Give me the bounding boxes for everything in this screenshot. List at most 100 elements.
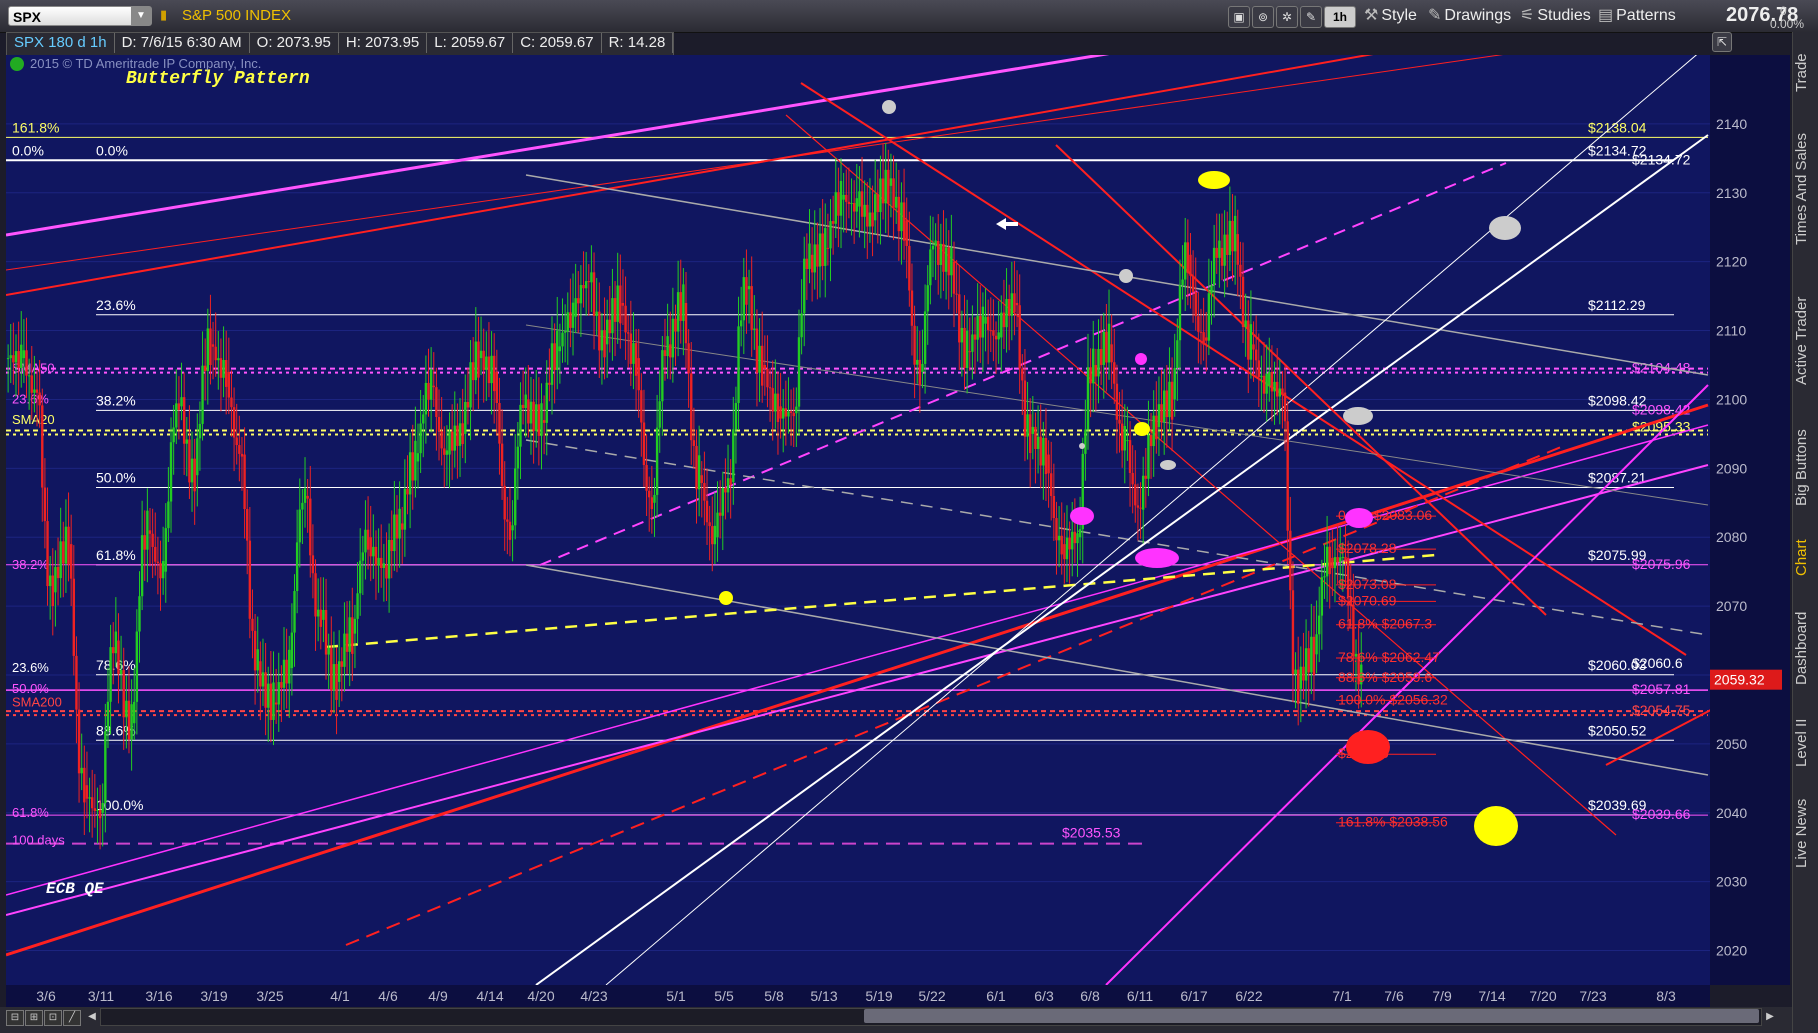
candle-body [369,537,372,557]
candle-body [1031,426,1035,434]
tab-big-buttons[interactable]: Big Buttons [1793,418,1818,518]
candle-body [240,453,244,457]
fib-level-label: 50.0% [96,470,136,486]
chart-title: Butterfly Pattern [126,69,310,89]
candle-body [1168,381,1171,418]
candle-body [1299,666,1303,689]
tab-chart[interactable]: Chart [1793,530,1818,586]
candle-body [816,244,819,267]
symbol-period[interactable]: SPX 180 d 1h [7,33,115,53]
candle-body [269,683,273,720]
candle-body [1283,392,1287,422]
pan-icon[interactable]: ⊚ [1252,6,1274,28]
candle-body [9,355,12,359]
candle-body [1228,220,1232,255]
price-axis[interactable]: 2020203020402050206020702080209021002110… [1710,55,1790,985]
y-tick-label: 2110 [1716,323,1746,339]
event-annotation: ECB QE [46,880,104,898]
candle-body [33,389,36,393]
drawings-menu[interactable]: ✎ Drawings [1428,6,1511,26]
x-tick-label: 6/17 [1180,988,1207,1004]
candle-body [1123,426,1126,451]
candle-body [301,502,304,510]
price-chart[interactable]: 161.8% $2138.04 0.0% 0.0% $2134.72 23.6% $2112… [6,55,1710,985]
candle-body [666,336,669,357]
candle-body [918,359,922,386]
candle-body [274,702,278,705]
candle-body [684,303,688,344]
candle-body [703,483,706,501]
candle-body [267,683,270,708]
candle-body [926,285,929,312]
candle-body [164,528,167,572]
candle-body [1186,242,1190,273]
style-menu[interactable]: ⚒ Style [1364,6,1417,26]
tab-live-news[interactable]: Live News [1793,788,1818,878]
wrench-icon[interactable]: ✎ [1300,6,1322,28]
candle-body [1050,473,1053,496]
y-tick-label: 2090 [1716,460,1747,476]
candle-body [295,542,299,592]
candle-body [167,501,170,529]
tab-trade[interactable]: Trade [1793,44,1818,102]
candle-body [1262,375,1266,394]
x-tick-label: 5/1 [666,988,686,1004]
candle-body [1249,324,1253,360]
zoom-out-icon[interactable]: ⊟ [6,1010,24,1026]
patterns-menu[interactable]: ▤ Patterns [1598,6,1676,26]
chart-svg[interactable]: 161.8% $2138.040.0% 0.0% $2134.7223.6% $2112… [6,55,1710,985]
candle-body [1005,298,1008,328]
candle-body [222,359,225,378]
scroll-left-icon[interactable]: ◀ [84,1010,100,1024]
candle-body [1131,472,1134,485]
candle-body [112,647,115,654]
candle-body [14,351,18,363]
tab-level-ii[interactable]: Level II [1793,710,1818,776]
candle-body [973,334,977,340]
x-tick-label: 3/11 [88,988,114,1004]
candle-body [466,401,470,408]
candle-body [498,403,501,444]
candle-body [1199,331,1203,333]
candle-body [154,546,157,562]
candle-body [1002,312,1006,328]
candle-body [979,315,982,338]
tab-dashboard[interactable]: Dashboard [1793,598,1818,698]
scrollbar-thumb[interactable] [864,1009,1759,1023]
candle-body [782,408,785,419]
symbol-input[interactable]: SPX ▼ [8,6,152,26]
candle-body [992,330,995,336]
candle-body [1092,348,1095,384]
fib-price-tag: $2112.29 [1588,297,1646,313]
studies-menu[interactable]: ⚟ Studies [1520,6,1591,26]
candle-body [1055,518,1058,541]
y-tick-label: 2030 [1716,874,1747,890]
draw-line-icon[interactable]: ╱ [63,1010,81,1026]
candle-body [51,575,54,607]
scroll-right-icon[interactable]: ▶ [1762,1010,1778,1024]
gear-icon[interactable]: ✲ [1276,6,1298,28]
candle-body [272,682,275,720]
link-icon[interactable]: ▮ [160,7,174,23]
zoom-fit-icon[interactable]: ⊡ [44,1010,62,1026]
candle-body [776,393,780,422]
candle-body [435,387,438,417]
candle-body [984,316,987,324]
x-tick-label: 4/20 [527,988,554,1004]
time-axis[interactable]: 3/6 3/11 3/16 3/19 3/25 4/1 4/6 4/9 4/14 4/20 4/23… [6,985,1710,1007]
candle-body [632,343,635,364]
candle-body [884,169,887,204]
chart-settings-icon[interactable]: ▣ [1228,6,1250,28]
candle-body [1265,373,1268,394]
candle-body [372,546,375,557]
tab-times-and-sales[interactable]: Times And Sales [1793,114,1818,264]
tab-active-trader[interactable]: Active Trader [1793,276,1818,406]
left-level-label: 23.6% [12,660,49,675]
zoom-in-icon[interactable]: ⊞ [25,1010,43,1026]
expand-icon[interactable]: ⇱ [1712,32,1732,52]
candle-body [1226,234,1229,255]
symbol-dropdown-icon[interactable]: ▼ [131,7,151,25]
candle-body [1015,303,1019,306]
period-button[interactable]: 1h [1324,6,1356,28]
candle-body [1036,436,1040,449]
